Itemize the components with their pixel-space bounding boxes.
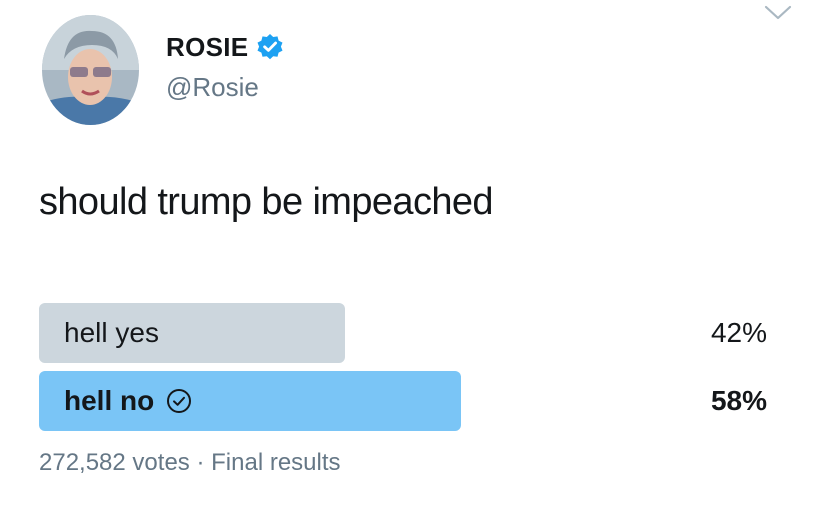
poll-option-label: hell yes — [64, 317, 159, 348]
avatar-image — [42, 15, 139, 125]
poll-vote-count: 272,582 votes — [39, 449, 190, 476]
poll-status: Final results — [211, 449, 341, 476]
verified-badge-icon — [256, 33, 284, 61]
poll-option-percent: 58% — [710, 385, 767, 416]
poll-footer-separator: · — [196, 449, 205, 476]
check-circle-icon — [166, 388, 192, 414]
author-name-row[interactable]: ROSIE — [166, 28, 284, 66]
poll-option-label-row: hell no — [64, 371, 192, 431]
poll-footer: 272,582 votes · Final results — [39, 446, 341, 480]
avatar[interactable] — [42, 15, 139, 125]
poll-option-hell-no: hell no 58% — [39, 371, 767, 431]
chevron-down-icon[interactable] — [764, 4, 792, 22]
tweet-text: should trump be impeached — [39, 181, 494, 223]
poll-option-percent: 42% — [710, 317, 767, 348]
author-name[interactable]: ROSIE — [166, 28, 248, 66]
poll-option-hell-yes: hell yes 42% — [39, 303, 767, 363]
poll-option-label: hell no — [64, 385, 155, 416]
author-handle[interactable]: @Rosie — [166, 70, 259, 104]
